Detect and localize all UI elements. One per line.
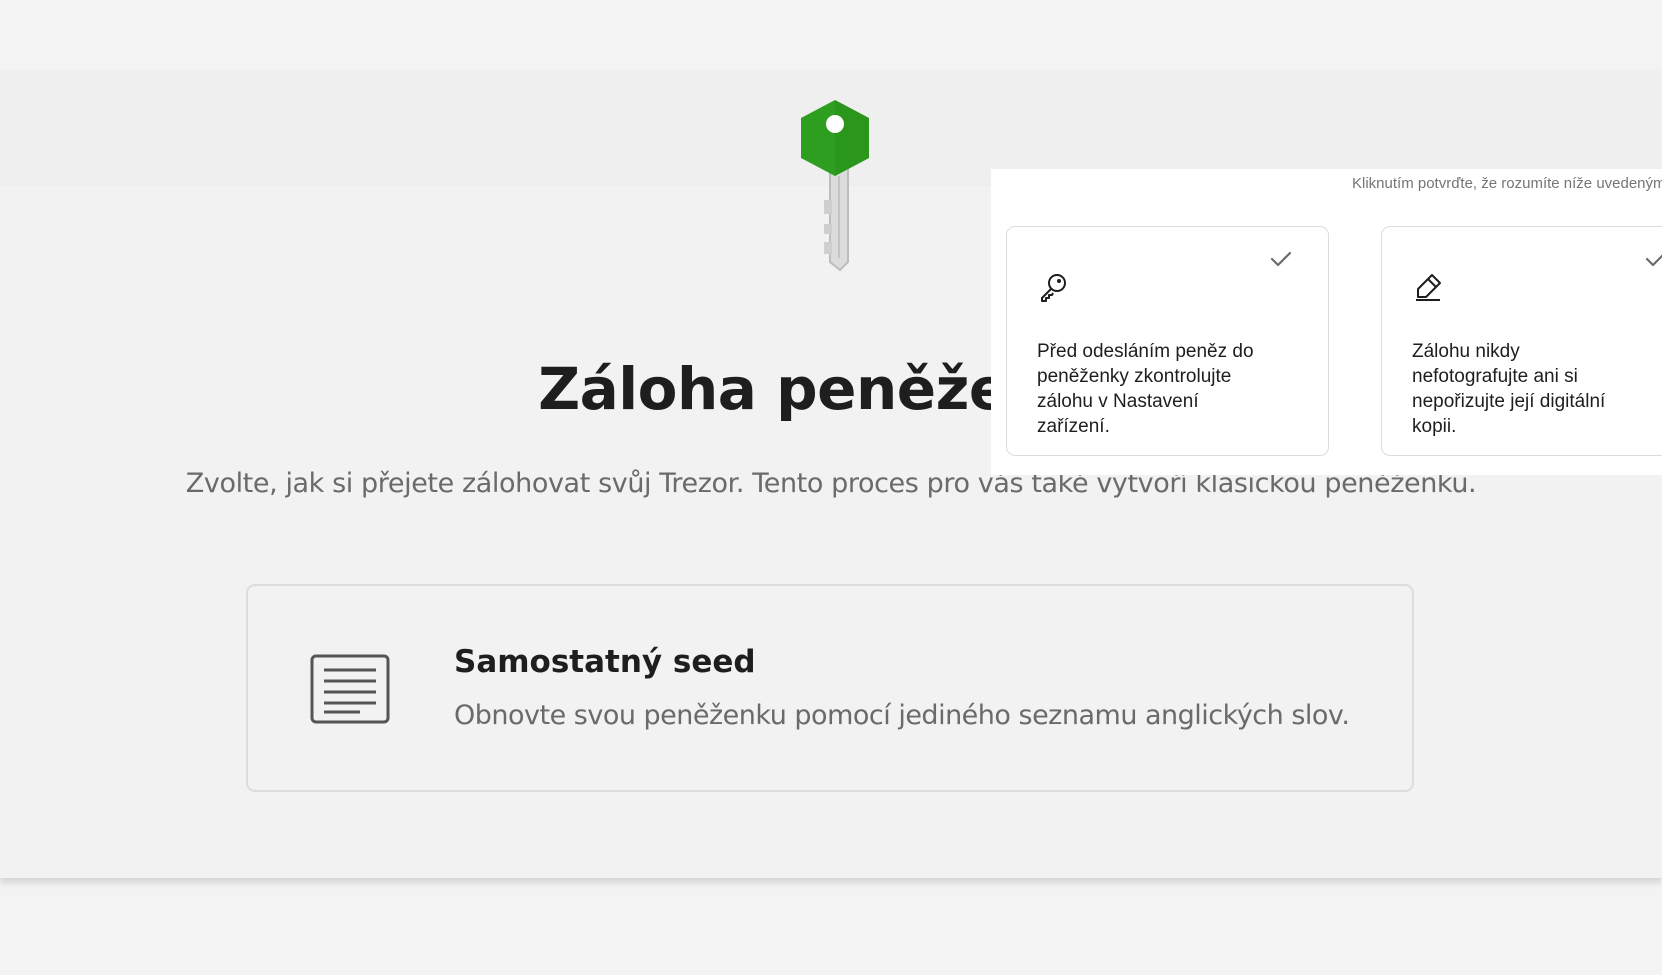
- option-title: Samostatný seed: [454, 644, 756, 680]
- checkmark-icon: [1645, 254, 1662, 267]
- confirmation-note: Kliknutím potvrďte, že rozumíte níže uve…: [1352, 175, 1662, 192]
- option-description: Obnovte svou peněženku pomocí jediného s…: [454, 700, 1350, 731]
- pencil-icon: [1416, 274, 1441, 301]
- document-lines-icon: [310, 654, 390, 724]
- green-key-illustration: [801, 100, 869, 272]
- confirm-tile-text: Před odesláním peněz do peněženky zkontr…: [1037, 341, 1254, 437]
- confirm-tile-no-photo[interactable]: Zálohu nikdy nefotografujte ani si nepoř…: [1381, 226, 1662, 456]
- confirmation-panel: Kliknutím potvrďte, že rozumíte níže uve…: [991, 169, 1662, 475]
- checkmark-icon: [1270, 251, 1292, 267]
- key-icon: [1041, 274, 1066, 302]
- page: Záloha peněženky Zvolte, jak si přejete …: [0, 0, 1662, 975]
- confirm-tile-text: Zálohu nikdy nefotografujte ani si nepoř…: [1412, 341, 1606, 437]
- single-seed-option[interactable]: Samostatný seed Obnovte svou peněženku p…: [246, 584, 1414, 792]
- confirm-tile-check-backup[interactable]: Před odesláním peněz do peněženky zkontr…: [1006, 226, 1329, 456]
